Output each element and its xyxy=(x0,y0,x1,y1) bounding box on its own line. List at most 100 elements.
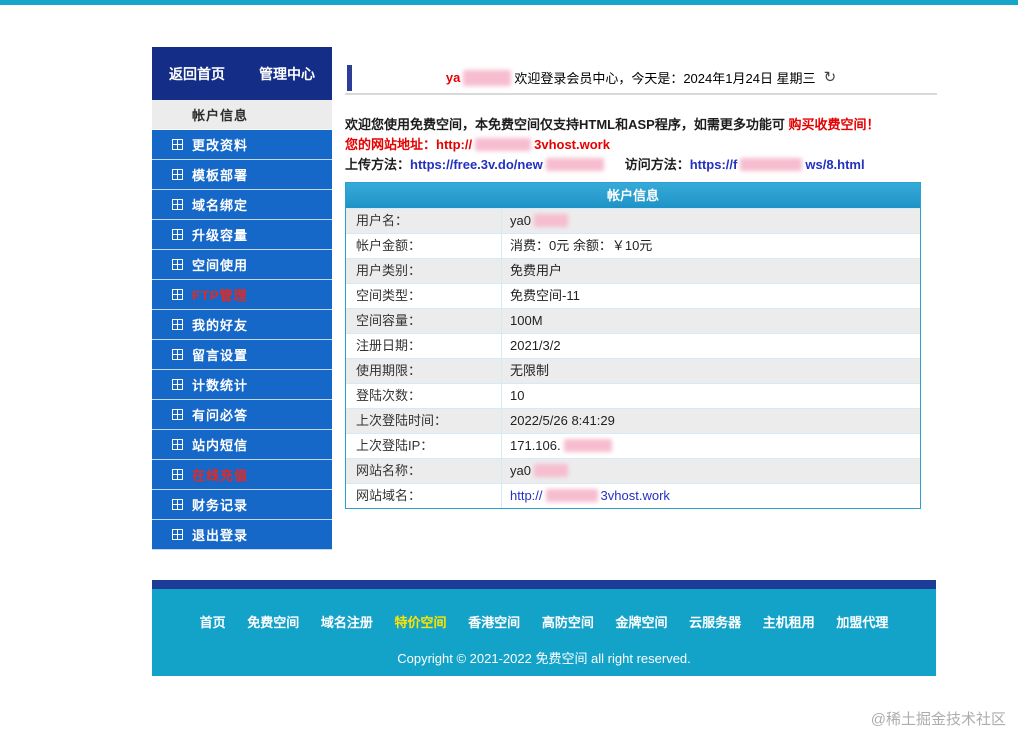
row-value: 171.106. xyxy=(501,434,920,458)
footer-link[interactable]: 加盟代理 xyxy=(836,615,888,630)
row-value-text: 100M xyxy=(510,313,543,328)
footer-link[interactable]: 免费空间 xyxy=(247,615,299,630)
row-value-text: http:// xyxy=(510,488,543,503)
sidebar-item[interactable]: 财务记录 xyxy=(152,490,332,520)
row-value: ya0 xyxy=(501,459,920,483)
copyright: Copyright © 2021-2022 免费空间 all right res… xyxy=(397,651,691,666)
grid-icon xyxy=(172,289,183,300)
row-value: 免费空间-11 xyxy=(501,284,920,308)
row-label: 上次登陆IP： xyxy=(356,438,434,453)
sidebar-item[interactable]: 在线充值 xyxy=(152,460,332,490)
top-border xyxy=(0,0,1018,5)
grid-icon xyxy=(172,169,183,180)
sidebar-item[interactable]: FTP管理 xyxy=(152,280,332,310)
row-value-text: 免费用户 xyxy=(510,263,563,278)
grid-icon xyxy=(172,259,183,270)
sidebar-item-label: 域名绑定 xyxy=(192,198,249,213)
accent-bar xyxy=(347,65,352,91)
grid-icon xyxy=(172,319,183,330)
sidebar-item[interactable]: 留言设置 xyxy=(152,340,332,370)
welcome-bar: ya 欢迎登录会员中心，今天是：2024年1月24日 星期三 ↻ xyxy=(345,62,937,95)
sidebar-header: 返回首页 管理中心 xyxy=(152,47,332,100)
row-value: 10 xyxy=(501,384,920,408)
table-row: 网站名称： ya0 xyxy=(346,458,920,483)
row-value: http:// 3vhost.work xyxy=(501,484,920,508)
row-label: 空间容量： xyxy=(356,313,422,328)
sidebar-item-label: 我的好友 xyxy=(192,318,249,333)
redacted-username xyxy=(463,69,512,86)
row-value-text: ya0 xyxy=(510,213,531,228)
sidebar-item-label: 财务记录 xyxy=(192,498,249,513)
sidebar-item[interactable]: 站内短信 xyxy=(152,430,332,460)
refresh-icon[interactable]: ↻ xyxy=(824,70,837,85)
footer-top-bar xyxy=(152,580,936,589)
sidebar-item[interactable]: 域名绑定 xyxy=(152,190,332,220)
sidebar-item[interactable]: 升级容量 xyxy=(152,220,332,250)
grid-icon xyxy=(172,379,183,390)
footer-link[interactable]: 云服务器 xyxy=(689,615,741,630)
row-value-text: 消费：0元 余额：￥10元 xyxy=(510,238,653,253)
watermark: @稀土掘金技术社区 xyxy=(870,711,1006,728)
sidebar-item-label: 空间使用 xyxy=(192,258,249,273)
table-row: 使用期限： 无限制 xyxy=(346,358,920,383)
footer-link[interactable]: 金牌空间 xyxy=(615,615,667,630)
row-label: 用户名： xyxy=(356,213,409,228)
grid-icon xyxy=(172,469,183,480)
row-value-suffix: 3vhost.work xyxy=(600,488,670,503)
table-rows: 用户名： ya0 帐户金额： 消费：0元 余额：￥10元 用户类别： 免费用户 xyxy=(346,208,920,508)
grid-icon xyxy=(172,529,183,540)
sidebar: 返回首页 管理中心 帐户信息 更改资料 模板部署 域名绑定 升级容量 空间使用 … xyxy=(152,47,332,550)
account-info-table: 帐户信息 用户名： ya0 帐户金额： 消费：0元 余额：￥10元 用户类别： xyxy=(345,182,921,509)
footer-link[interactable]: 香港空间 xyxy=(468,615,520,630)
sidebar-item-label: 站内短信 xyxy=(192,438,249,453)
sidebar-item[interactable]: 有问必答 xyxy=(152,400,332,430)
row-value-text: 免费空间-11 xyxy=(510,288,580,303)
table-row: 上次登陆IP： 171.106. xyxy=(346,433,920,458)
sidebar-item[interactable]: 帐户信息 xyxy=(152,100,332,130)
buy-paid-space-link[interactable]: 购买收费空间！ xyxy=(788,117,879,132)
grid-icon xyxy=(172,499,183,510)
sidebar-item[interactable]: 更改资料 xyxy=(152,130,332,160)
row-value-text: 171.106. xyxy=(510,438,561,453)
sidebar-item[interactable]: 空间使用 xyxy=(152,250,332,280)
redacted-value xyxy=(563,439,612,452)
row-value: 免费用户 xyxy=(501,259,920,283)
site-url-prefix: http:// xyxy=(436,137,473,152)
row-label: 使用期限： xyxy=(356,363,422,378)
footer-link[interactable]: 首页 xyxy=(200,615,226,630)
row-value: ya0 xyxy=(501,209,920,233)
home-link[interactable]: 返回首页 xyxy=(169,64,225,84)
site-url-suffix: 3vhost.work xyxy=(534,137,610,152)
footer-link[interactable]: 域名注册 xyxy=(321,615,373,630)
redacted-value xyxy=(533,214,568,227)
grid-icon xyxy=(172,409,183,420)
site-address-label: 您的网站地址： xyxy=(345,137,437,152)
sidebar-item[interactable]: 我的好友 xyxy=(152,310,332,340)
row-value-text: 10 xyxy=(510,388,525,403)
row-value: 无限制 xyxy=(501,359,920,383)
footer-link[interactable]: 主机租用 xyxy=(763,615,815,630)
row-value: 消费：0元 余额：￥10元 xyxy=(501,234,920,258)
grid-icon xyxy=(172,139,183,150)
admin-center-link[interactable]: 管理中心 xyxy=(259,64,315,84)
sidebar-item-label: 帐户信息 xyxy=(192,108,249,123)
row-value: 2022/5/26 8:41:29 xyxy=(501,409,920,433)
row-label: 用户类别： xyxy=(356,263,422,278)
sidebar-item[interactable]: 退出登录 xyxy=(152,520,332,550)
row-label: 注册日期： xyxy=(356,338,422,353)
footer-link[interactable]: 特价空间 xyxy=(395,615,447,630)
visit-url-link[interactable]: https://f xyxy=(690,157,738,172)
sidebar-item-label: 留言设置 xyxy=(192,348,249,363)
upload-url-link[interactable]: https://free.3v.do/new xyxy=(410,157,543,172)
row-label: 登陆次数： xyxy=(356,388,422,403)
footer-links: 首页 免费空间 域名注册 特价空间 香港空间 高防空间 金牌空间 云服务器 主机… xyxy=(152,589,936,631)
redacted-value xyxy=(533,464,568,477)
upload-method-label: 上传方法： xyxy=(345,157,411,172)
sidebar-item[interactable]: 计数统计 xyxy=(152,370,332,400)
footer-link[interactable]: 高防空间 xyxy=(542,615,594,630)
table-row: 用户类别： 免费用户 xyxy=(346,258,920,283)
sidebar-item[interactable]: 模板部署 xyxy=(152,160,332,190)
redacted-visit-url xyxy=(740,158,803,171)
row-value-text: ya0 xyxy=(510,463,531,478)
notice-text: 欢迎您使用免费空间，本免费空间仅支持HTML和ASP程序，如需更多功能可 xyxy=(345,117,789,132)
